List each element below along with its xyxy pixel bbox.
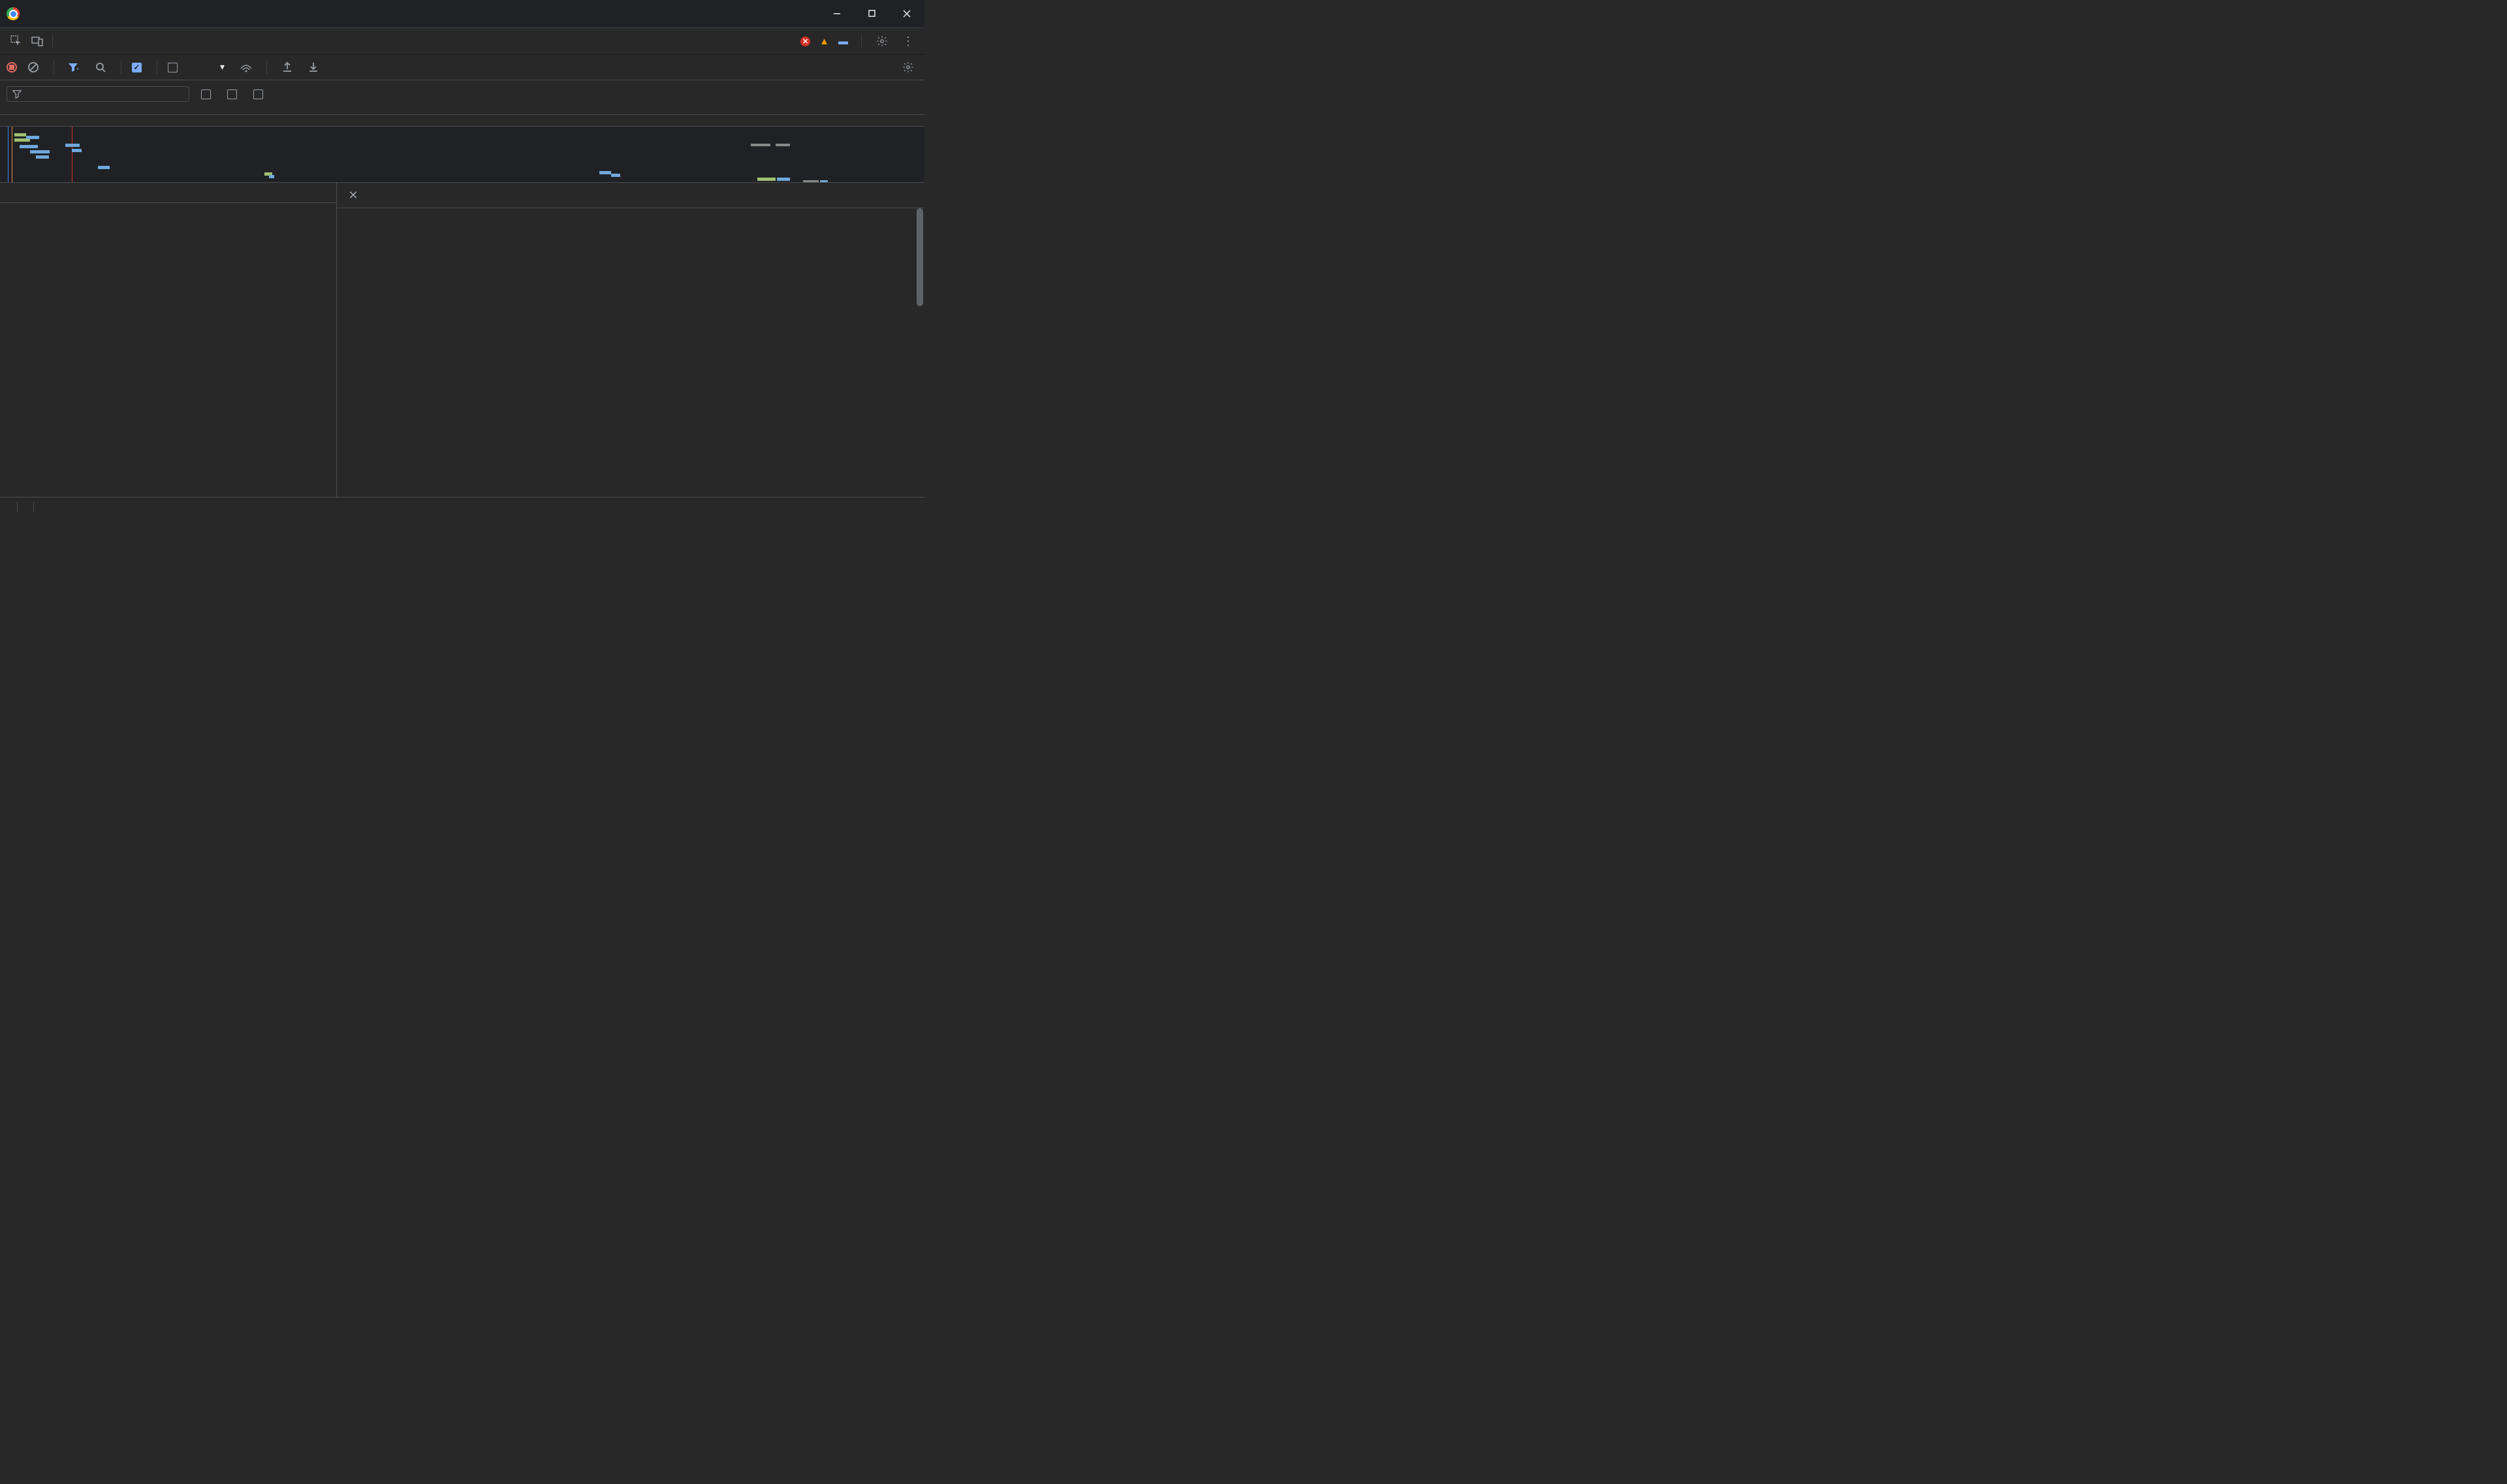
resource-type-filters [7, 104, 918, 114]
network-conditions-icon[interactable] [236, 57, 256, 77]
chevron-down-icon: ▾ [220, 62, 225, 72]
download-icon[interactable] [304, 57, 323, 77]
checkbox-icon [168, 63, 178, 72]
hide-data-urls-checkbox[interactable] [227, 89, 242, 99]
record-button[interactable] [7, 62, 17, 72]
close-detail-button[interactable]: ✕ [343, 185, 363, 205]
warning-icon: ▲ [819, 35, 829, 47]
chrome-icon [7, 7, 20, 20]
request-list-panel [0, 183, 337, 497]
minimize-button[interactable] [832, 9, 842, 18]
hide-extension-urls-checkbox[interactable] [253, 89, 268, 99]
request-list-header[interactable] [0, 183, 336, 203]
maximize-button[interactable] [868, 9, 876, 18]
main-content: ✕ [0, 183, 924, 497]
filter-icon[interactable]: • [65, 57, 84, 77]
filter-input[interactable] [27, 89, 183, 99]
preserve-log-checkbox[interactable] [132, 63, 146, 72]
devtools-toolbar: ✕ ▲ ▬ ⋮ [0, 27, 924, 55]
scrollbar[interactable] [915, 208, 924, 497]
detail-tabs: ✕ [337, 183, 924, 208]
window-titlebar [0, 0, 924, 27]
clear-button[interactable] [24, 57, 43, 77]
warnings-indicator[interactable]: ▲ [819, 35, 832, 47]
search-icon[interactable] [91, 57, 110, 77]
error-icon: ✕ [800, 37, 810, 46]
scrollbar-thumb[interactable] [917, 208, 923, 306]
throttling-select[interactable]: ▾ [189, 60, 230, 74]
network-toolbar: • ▾ [0, 55, 924, 80]
divider [861, 35, 862, 48]
checkbox-icon [132, 63, 142, 72]
disable-cache-checkbox[interactable] [168, 63, 182, 72]
filter-bar [0, 80, 924, 115]
info-icon: ▬ [838, 35, 848, 47]
inspect-element-icon[interactable] [7, 31, 26, 51]
request-detail-panel: ✕ [337, 183, 924, 497]
divider [52, 35, 53, 48]
detail-body[interactable] [337, 208, 924, 497]
upload-icon[interactable] [277, 57, 297, 77]
info-indicator[interactable]: ▬ [838, 35, 851, 47]
request-list [0, 203, 336, 497]
window-controls [832, 9, 918, 18]
invert-checkbox[interactable] [201, 89, 215, 99]
divider [266, 61, 267, 74]
device-toggle-icon[interactable] [27, 31, 47, 51]
status-bar [0, 497, 924, 517]
network-settings-icon[interactable] [898, 57, 918, 77]
filter-input-wrap[interactable] [7, 86, 189, 102]
settings-icon[interactable] [872, 31, 892, 51]
timeline-overview[interactable] [0, 115, 924, 183]
more-icon[interactable]: ⋮ [898, 31, 918, 51]
close-button[interactable] [902, 9, 911, 18]
funnel-icon [12, 89, 22, 99]
tabs-overflow[interactable] [59, 34, 78, 48]
errors-indicator[interactable]: ✕ [800, 37, 813, 46]
